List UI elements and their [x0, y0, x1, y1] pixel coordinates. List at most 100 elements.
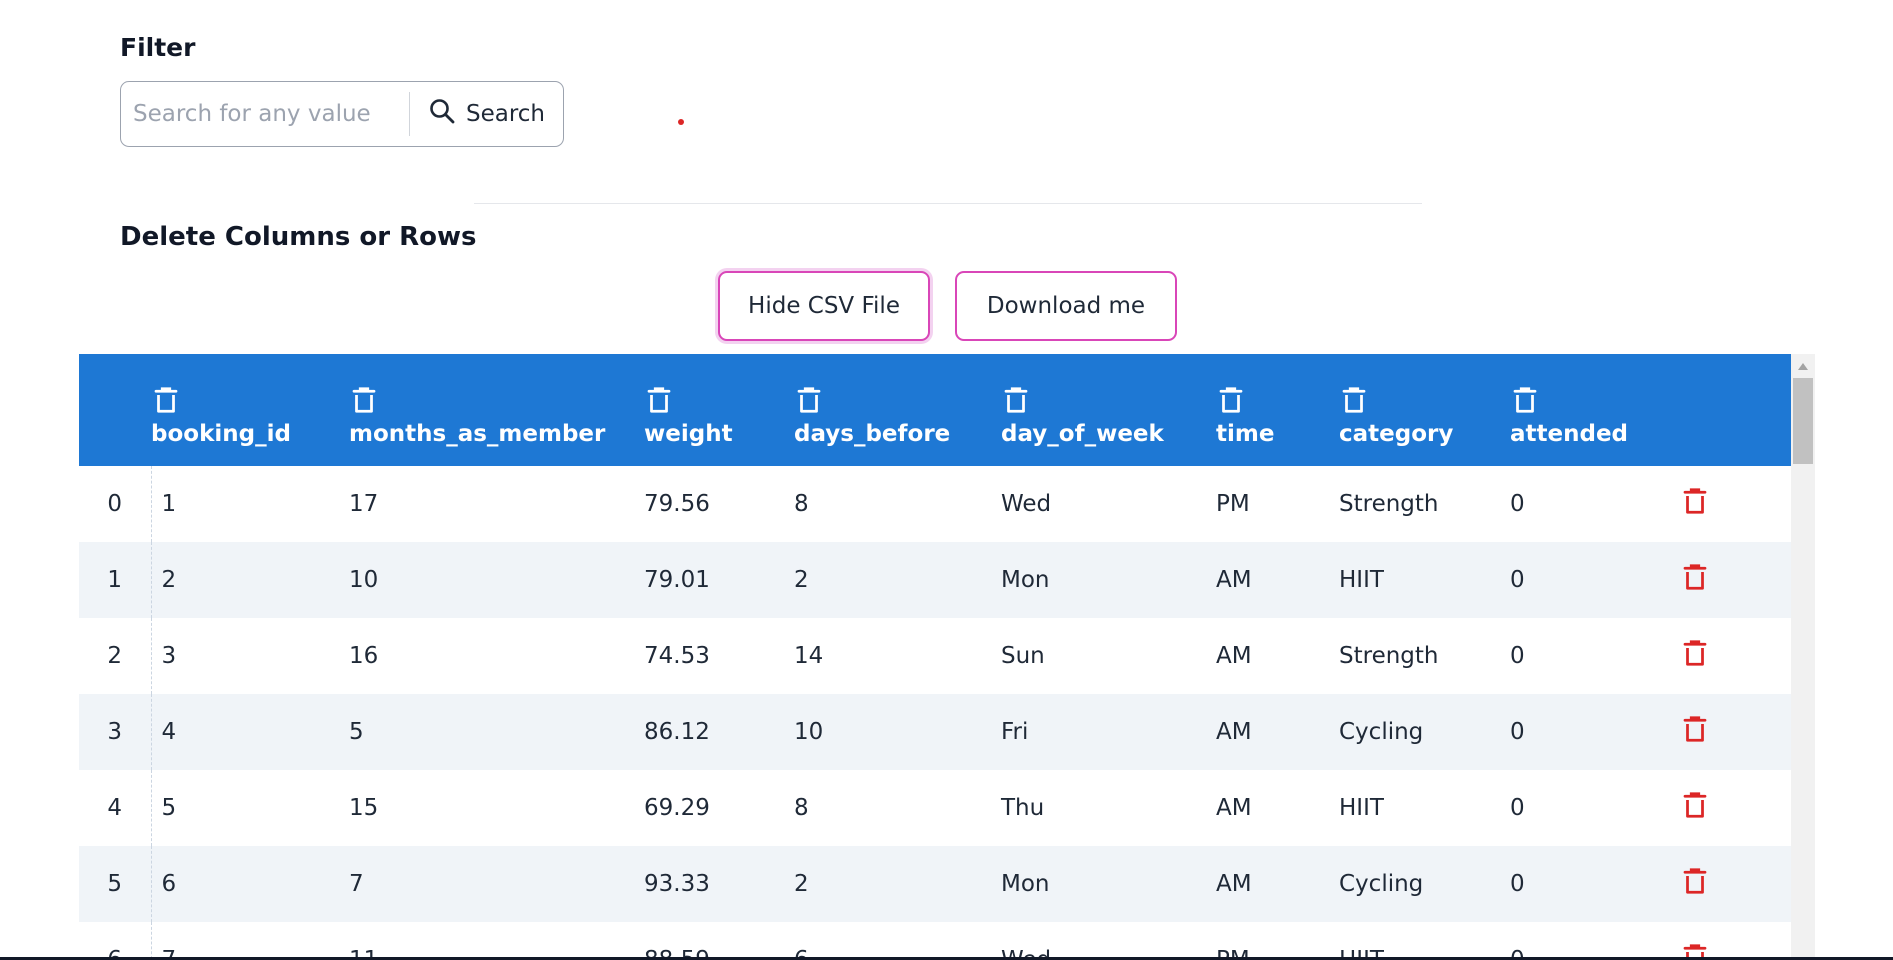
scrollbar-thumb[interactable] [1793, 378, 1813, 464]
table-row: 2 3 16 74.53 14 Sun AM Strength 0 [79, 618, 1791, 694]
trash-icon[interactable] [1510, 385, 1540, 415]
cell-booking_id: 5 [161, 795, 177, 821]
row-index: 0 [79, 466, 152, 542]
cell-weight: 86.12 [644, 719, 710, 745]
trash-icon[interactable] [794, 385, 824, 415]
actions-header [1680, 354, 1791, 466]
scroll-up-arrow-icon[interactable] [1791, 358, 1815, 374]
column-header-label: booking_id [151, 421, 291, 447]
hide-csv-button[interactable]: Hide CSV File [718, 271, 930, 341]
column-header-inner: attended [1510, 373, 1680, 447]
table-body: 0 1 17 79.56 8 Wed PM Strength 0 1 2 10 79.01 2 Mon AM H… [79, 466, 1791, 960]
table-header-row: booking_id months_as_member weight days_bef… [79, 354, 1791, 466]
trash-icon[interactable] [1001, 385, 1031, 415]
delete-section-title: Delete Columns or Rows [120, 222, 477, 252]
trash-icon[interactable] [1680, 790, 1710, 820]
table-scrollbar[interactable] [1791, 354, 1815, 960]
cell-booking_id: 7 [161, 947, 177, 960]
trash-icon[interactable] [1680, 562, 1710, 592]
cell-category: Cycling [1339, 719, 1424, 745]
cell-weight: 93.33 [644, 871, 710, 897]
column-header-inner: days_before [794, 373, 1001, 447]
cell-category: HIIT [1339, 795, 1384, 821]
cell-months_as_member: 11 [349, 947, 379, 960]
table-row: 4 5 15 69.29 8 Thu AM HIIT 0 [79, 770, 1791, 846]
column-header-attended: attended [1510, 354, 1680, 466]
table-row: 1 2 10 79.01 2 Mon AM HIIT 0 [79, 542, 1791, 618]
cell-day_of_week: Mon [1001, 567, 1050, 593]
cell-attended: 0 [1510, 795, 1525, 821]
trash-icon[interactable] [644, 385, 674, 415]
table-row: 5 6 7 93.33 2 Mon AM Cycling 0 [79, 846, 1791, 922]
cell-day_of_week: Thu [1001, 795, 1045, 821]
column-header-label: weight [644, 421, 733, 447]
cell-days_before: 6 [794, 947, 809, 960]
search-button[interactable]: Search [410, 82, 563, 146]
cell-months_as_member: 15 [349, 795, 379, 821]
column-header-category: category [1339, 354, 1510, 466]
column-header-inner: time [1216, 373, 1339, 447]
cell-months_as_member: 16 [349, 643, 379, 669]
trash-icon[interactable] [1680, 714, 1710, 744]
cell-category: HIIT [1339, 567, 1384, 593]
cell-days_before: 10 [794, 719, 824, 745]
csv-editor-page: Filter Search Delete Columns or Rows Hid… [0, 0, 1893, 960]
column-header-booking_id: booking_id [151, 354, 349, 466]
cell-day_of_week: Fri [1001, 719, 1029, 745]
cell-category: Strength [1339, 643, 1439, 669]
cell-attended: 0 [1510, 567, 1525, 593]
cell-attended: 0 [1510, 871, 1525, 897]
cell-booking_id: 3 [161, 643, 177, 669]
cell-weight: 79.56 [644, 491, 710, 517]
column-header-label: category [1339, 421, 1454, 447]
column-header-label: attended [1510, 421, 1629, 447]
row-actions [1680, 922, 1791, 960]
download-button[interactable]: Download me [955, 271, 1177, 341]
cell-months_as_member: 17 [349, 491, 379, 517]
cell-months_as_member: 7 [349, 871, 364, 897]
row-actions [1680, 466, 1791, 542]
trash-icon[interactable] [1339, 385, 1369, 415]
row-index: 6 [79, 922, 152, 960]
cell-time: AM [1216, 871, 1252, 897]
column-header-label: days_before [794, 421, 951, 447]
row-actions [1680, 770, 1791, 846]
data-table: booking_id months_as_member weight days_bef… [79, 354, 1791, 960]
trash-icon[interactable] [1216, 385, 1246, 415]
column-header-inner: category [1339, 373, 1510, 447]
cell-days_before: 8 [794, 795, 809, 821]
table-row: 0 1 17 79.56 8 Wed PM Strength 0 [79, 466, 1791, 542]
cell-time: PM [1216, 947, 1250, 960]
trash-icon[interactable] [1680, 866, 1710, 896]
cell-category: Cycling [1339, 871, 1424, 897]
cell-day_of_week: Mon [1001, 871, 1050, 897]
trash-icon[interactable] [349, 385, 379, 415]
cell-day_of_week: Wed [1001, 491, 1052, 517]
column-header-label: months_as_member [349, 421, 606, 447]
column-header-inner: day_of_week [1001, 373, 1216, 447]
cell-day_of_week: Sun [1001, 643, 1045, 669]
trash-icon[interactable] [1680, 638, 1710, 668]
cell-time: AM [1216, 643, 1252, 669]
search-button-label: Search [465, 101, 546, 127]
trash-icon[interactable] [151, 385, 181, 415]
cell-months_as_member: 10 [349, 567, 379, 593]
red-dot-marker [678, 119, 684, 125]
cell-time: PM [1216, 491, 1250, 517]
row-actions [1680, 846, 1791, 922]
row-actions [1680, 542, 1791, 618]
cell-weight: 74.53 [644, 643, 710, 669]
cell-booking_id: 4 [161, 719, 177, 745]
cell-weight: 69.29 [644, 795, 710, 821]
cell-time: AM [1216, 795, 1252, 821]
cell-booking_id: 2 [161, 567, 177, 593]
column-header-time: time [1216, 354, 1339, 466]
index-header [79, 354, 151, 466]
search-input[interactable] [121, 82, 409, 146]
section-divider [474, 203, 1422, 204]
cell-attended: 0 [1510, 947, 1525, 960]
cell-months_as_member: 5 [349, 719, 364, 745]
cell-days_before: 14 [794, 643, 824, 669]
cell-attended: 0 [1510, 719, 1525, 745]
trash-icon[interactable] [1680, 486, 1710, 516]
